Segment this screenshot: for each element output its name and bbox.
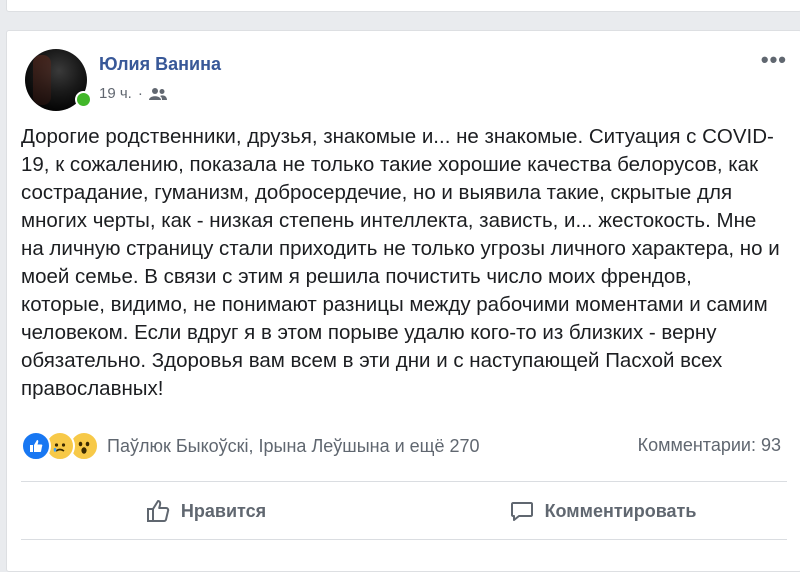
reactors-summary[interactable]: Паўлюк Быкоўскі, Ірына Леўшына и ещё 270 [107, 436, 480, 457]
previous-post-card [6, 0, 800, 12]
comment-button[interactable]: Комментировать [404, 493, 800, 529]
post-body-text: Дорогие родственники, друзья, знакомые и… [21, 125, 780, 400]
like-button-label: Нравится [180, 500, 267, 521]
thumbs-up-icon [146, 500, 170, 522]
like-icon[interactable] [21, 431, 51, 461]
more-options-button[interactable]: ••• [761, 47, 787, 73]
post-actions: Нравится Комментировать [7, 493, 800, 529]
comment-button-label: Комментировать [544, 500, 697, 521]
meta-separator: · [137, 85, 143, 102]
divider [21, 539, 787, 540]
comment-icon [510, 502, 533, 521]
post-author-name[interactable]: Юлия Ванина [99, 54, 221, 75]
divider [21, 481, 787, 482]
online-status-icon [75, 91, 92, 108]
friends-icon[interactable] [148, 87, 167, 101]
comments-count-link[interactable]: Комментарии: 93 [638, 435, 781, 456]
reactions-bar[interactable]: Паўлюк Быкоўскі, Ірына Леўшына и ещё 270 [21, 431, 480, 461]
like-button[interactable]: Нравится [7, 493, 404, 529]
post-meta: 19 ч. · [99, 85, 167, 102]
post-card: Юлия Ванина 19 ч. · ••• Дорогие родствен… [6, 30, 800, 572]
post-timestamp[interactable]: 19 ч. [99, 85, 132, 102]
